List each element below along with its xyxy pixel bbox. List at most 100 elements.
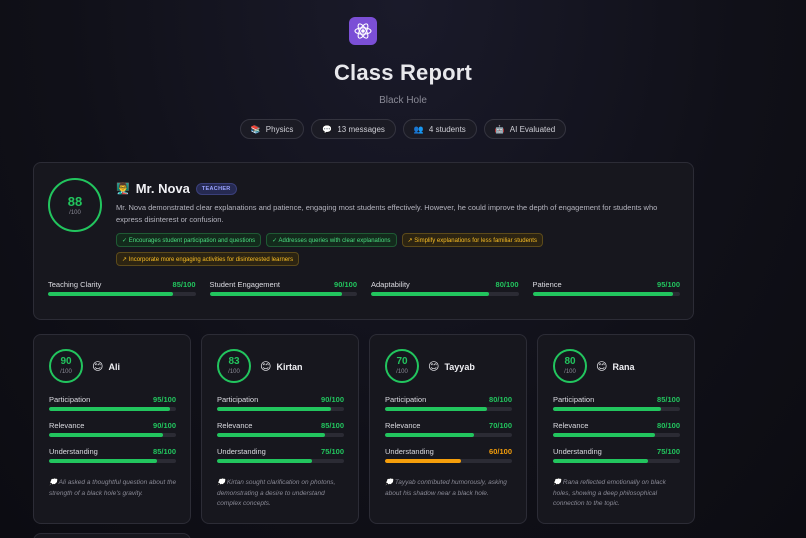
metric-value: 85/100 — [657, 395, 680, 404]
metric-understanding: Understanding 75/100 — [553, 447, 680, 463]
student-score: 83 — [228, 356, 240, 367]
metric-bar-fill — [217, 459, 313, 463]
students-pill: 👥 4 students — [402, 119, 477, 139]
metric-understanding: Understanding 60/100 — [385, 447, 512, 463]
student-name: Tayyab — [444, 361, 475, 372]
metric-value: 80/100 — [657, 421, 680, 430]
score-max: /100 — [228, 369, 240, 375]
student-score-ring: 80 /100 — [553, 349, 587, 383]
metric-bar-fill — [49, 407, 170, 411]
metric-label: Participation — [553, 395, 595, 404]
student-metrics: Participation 90/100 Relevance 85/100 Unde… — [217, 395, 344, 473]
metric-label: Relevance — [217, 421, 253, 430]
student-header: 😊 Ali — [92, 360, 120, 373]
metric-participation: Participation 85/100 — [553, 395, 680, 411]
partial-card — [33, 533, 191, 538]
score-max: /100 — [69, 209, 81, 216]
score-max: /100 — [396, 369, 408, 375]
app-logo — [349, 17, 377, 45]
metric-label: Adaptability — [371, 280, 410, 289]
student-metrics: Participation 85/100 Relevance 80/100 Unde… — [553, 395, 680, 473]
student-note: 💭 Ali asked a thoughtful question about … — [49, 479, 177, 497]
student-card-rana: 80 /100 😊 Rana Participation 85/100 Relev… — [537, 334, 695, 524]
metric-label: Relevance — [385, 421, 421, 430]
metric-label: Relevance — [49, 421, 85, 430]
smiley-icon: 😊 — [428, 361, 440, 373]
metric-label: Participation — [217, 395, 259, 404]
student-cards: 90 /100 😊 Ali Participation 95/100 Releva… — [33, 334, 695, 524]
metric-label: Participation — [385, 395, 427, 404]
improvement-tag: ↗ Simplify explanations for less familia… — [401, 233, 543, 247]
student-name: Rana — [612, 361, 635, 372]
student-score: 80 — [564, 356, 576, 367]
student-note: 💭 Rana reflected emotionally on black ho… — [553, 479, 666, 507]
metric-bar — [371, 292, 519, 296]
teacher-metrics: Teaching Clarity 85/100 Student Engageme… — [48, 280, 680, 296]
score-max: /100 — [60, 369, 72, 375]
metric-value: 95/100 — [153, 395, 176, 404]
metric-label: Relevance — [553, 421, 589, 430]
subject-pill: 📚 Physics — [239, 119, 305, 139]
student-card-ali: 90 /100 😊 Ali Participation 95/100 Releva… — [33, 334, 191, 524]
people-icon: 👥 — [413, 124, 424, 134]
metric-bar-fill — [209, 292, 343, 296]
metric-value: 75/100 — [657, 447, 680, 456]
metric-label: Understanding — [217, 447, 266, 456]
metric-bar — [48, 292, 196, 296]
robot-icon: 🤖 — [494, 124, 505, 134]
metric-bar — [217, 433, 344, 437]
metric-relevance: Relevance 80/100 — [553, 421, 680, 437]
metric-value: 60/100 — [489, 447, 512, 456]
metric-bar-fill — [385, 407, 487, 411]
metric-label: Participation — [49, 395, 91, 404]
books-icon: 📚 — [250, 124, 261, 134]
metric-bar-fill — [553, 433, 655, 437]
teacher-score-ring: 88 /100 — [48, 178, 102, 232]
student-metrics: Participation 80/100 Relevance 70/100 Unde… — [385, 395, 512, 473]
page-title: Class Report — [333, 60, 473, 85]
metric-bar-fill — [532, 292, 673, 296]
teacher-card: 88 /100 👨‍🏫 Mr. Nova TEACHER Mr. Nova de… — [33, 162, 694, 320]
pill-label: Physics — [265, 124, 294, 134]
metric-relevance: Relevance 90/100 — [49, 421, 176, 437]
metric-bar-fill — [48, 292, 174, 296]
metric-student-engagement: Student Engagement 90/100 — [209, 280, 357, 296]
student-score-ring: 90 /100 — [49, 349, 83, 383]
smiley-icon: 😊 — [260, 361, 272, 373]
student-score: 70 — [396, 356, 408, 367]
student-name: Ali — [108, 361, 120, 372]
metric-relevance: Relevance 70/100 — [385, 421, 512, 437]
student-card-tayyab: 70 /100 😊 Tayyab Participation 80/100 Rel… — [369, 334, 527, 524]
evaluation-pill: 🤖 AI Evaluated — [483, 119, 567, 139]
metric-bar — [553, 459, 680, 463]
pill-label: 13 messages — [337, 124, 385, 134]
metric-bar — [49, 459, 176, 463]
metric-label: Understanding — [553, 447, 602, 456]
metric-value: 90/100 — [334, 280, 357, 289]
metric-value: 85/100 — [153, 447, 176, 456]
metric-value: 95/100 — [657, 280, 680, 289]
metric-value: 75/100 — [321, 447, 344, 456]
metric-participation: Participation 80/100 — [385, 395, 512, 411]
messages-pill: 💬 13 messages — [311, 119, 396, 139]
metric-adaptability: Adaptability 80/100 — [371, 280, 519, 296]
metric-bar-fill — [385, 459, 462, 463]
teacher-tags: ✓ Encourages student participation and q… — [116, 233, 676, 266]
metric-relevance: Relevance 85/100 — [217, 421, 344, 437]
teacher-badge: TEACHER — [195, 182, 237, 195]
metric-label: Understanding — [385, 447, 434, 456]
smiley-icon: 😊 — [596, 361, 608, 373]
metric-label: Student Engagement — [209, 280, 280, 289]
metric-label: Teaching Clarity — [48, 280, 102, 289]
metric-bar — [553, 407, 680, 411]
metric-label: Understanding — [49, 447, 98, 456]
teacher-score: 88 — [67, 193, 83, 209]
metric-bar — [217, 459, 344, 463]
metric-value: 70/100 — [489, 421, 512, 430]
metric-value: 90/100 — [153, 421, 176, 430]
student-score: 90 — [60, 356, 72, 367]
teacher-name: Mr. Nova — [135, 181, 190, 196]
metric-bar — [532, 292, 680, 296]
metric-bar-fill — [49, 459, 157, 463]
metric-bar — [385, 459, 512, 463]
